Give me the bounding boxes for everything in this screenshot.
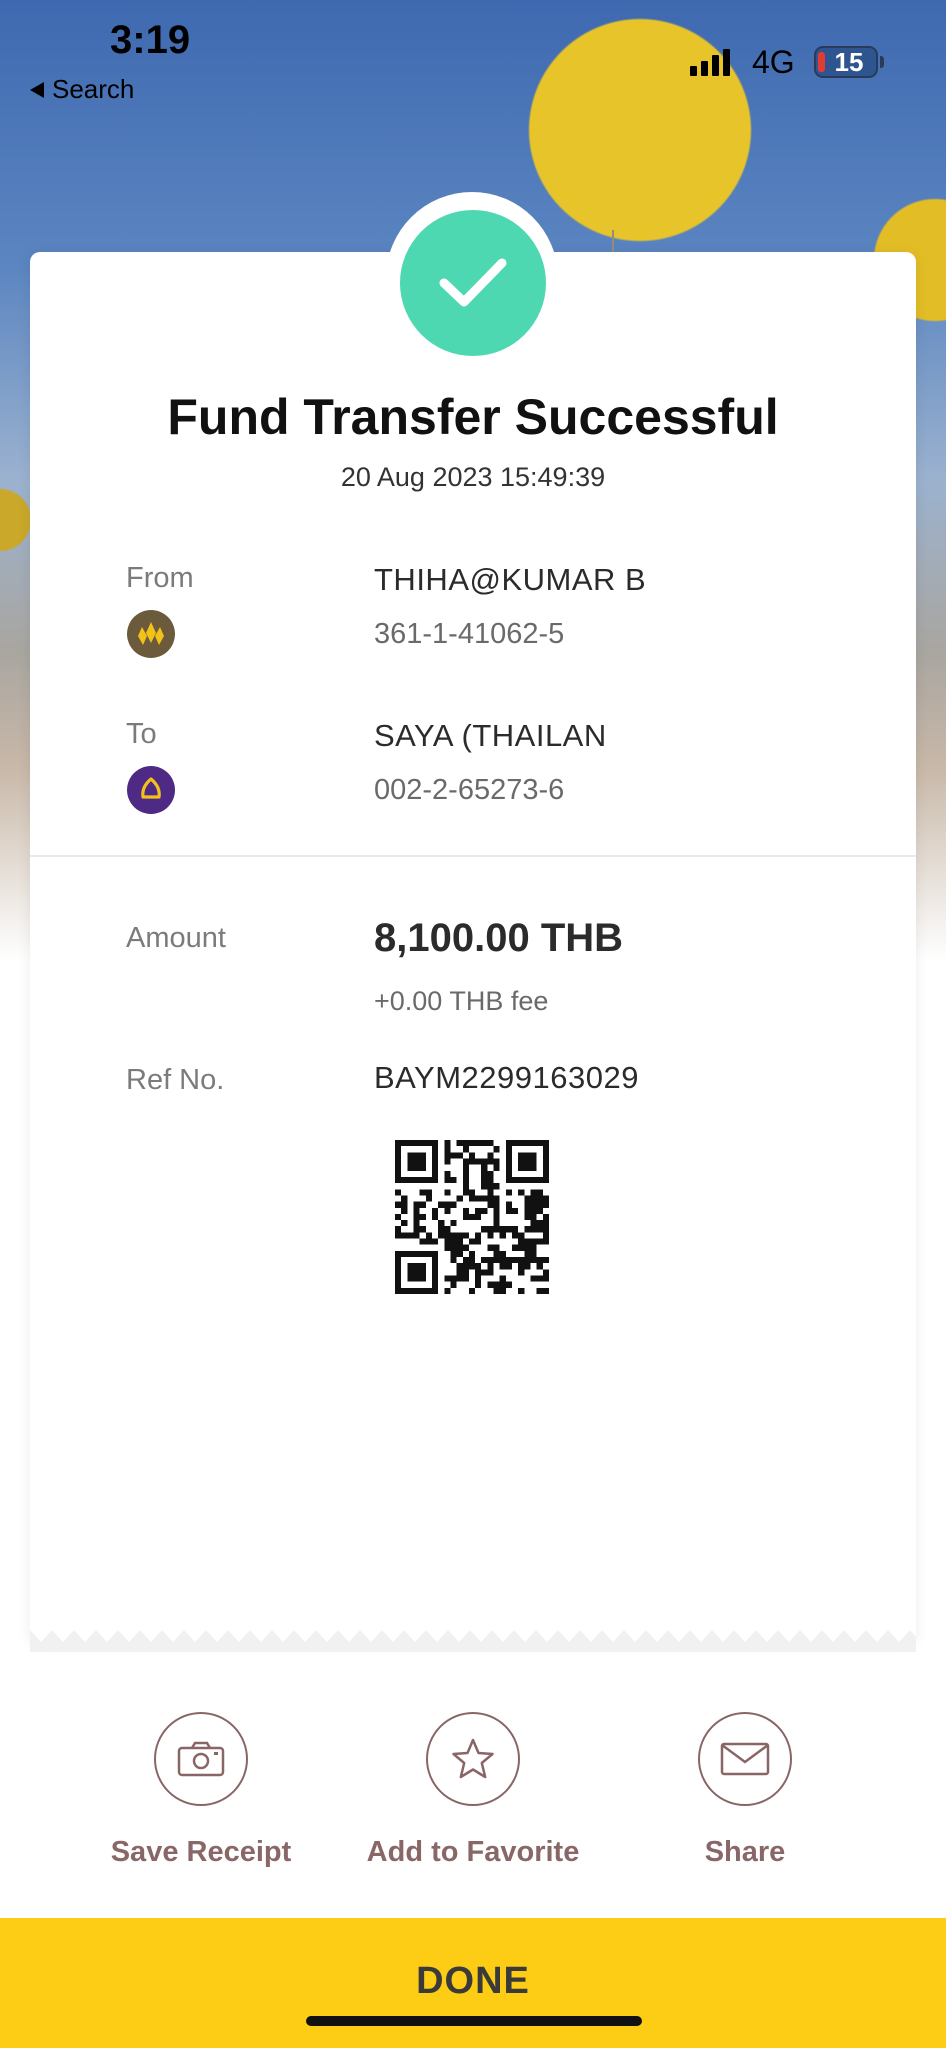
back-to-search-button[interactable]: Search [30,74,134,105]
add-to-favorite-button[interactable]: Add to Favorite [348,1712,598,1869]
from-account-name: THIHA@KUMAR B [374,562,647,597]
to-label: To [126,718,157,750]
transfer-fee: +0.00 THB fee [374,986,549,1016]
from-label: From [126,562,194,594]
ref-label: Ref No. [126,1064,225,1096]
envelope-icon [698,1712,792,1806]
star-icon [426,1712,520,1806]
battery-level: 15 [834,46,864,77]
from-account-number: 361-1-41062-5 [374,618,565,650]
save-receipt-button[interactable]: Save Receipt [76,1712,326,1869]
transfer-datetime: 20 Aug 2023 15:49:39 [340,462,606,492]
back-label: Search [52,74,135,104]
battery-cap [880,56,884,68]
krungsri-bank-icon [127,610,175,658]
section-divider [30,855,916,857]
verification-qr-code [395,1140,549,1294]
status-bar: 3:19 Search 4G 15 [0,0,946,110]
transfer-amount: 8,100.00 THB [374,916,624,960]
to-account-name: SAYA (THAILAN [374,718,607,753]
success-check-icon [400,210,546,356]
page-title: Fund Transfer Successful [167,389,779,445]
camera-icon [154,1712,248,1806]
battery-icon: 15 [814,46,878,78]
signal-icon [690,48,730,76]
done-label: DONE [416,1960,530,2002]
home-indicator [306,2016,642,2026]
back-arrow-icon [30,81,44,98]
to-account-number: 002-2-65273-6 [374,774,565,806]
amount-label: Amount [126,922,226,954]
scb-bank-icon [127,766,175,814]
share-button[interactable]: Share [620,1712,870,1869]
done-button[interactable]: DONE [0,1918,946,2048]
reference-number: BAYM2299163029 [374,1060,639,1095]
network-type: 4G [752,44,795,80]
save-receipt-label: Save Receipt [110,1836,292,1868]
share-label: Share [704,1836,786,1868]
status-time: 3:19 [110,18,191,62]
add-to-favorite-label: Add to Favorite [366,1836,580,1868]
receipt-torn-edge [30,1630,916,1652]
